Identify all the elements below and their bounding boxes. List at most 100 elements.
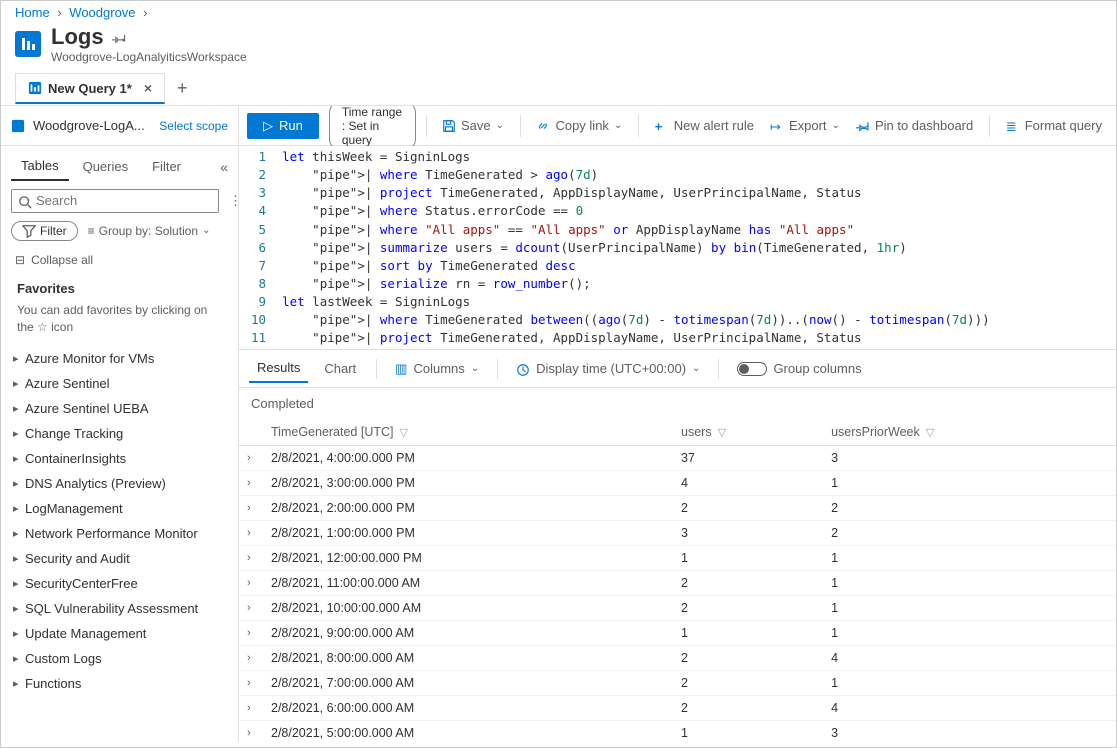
table-row[interactable]: ›2/8/2021, 11:00:00.000 AM21: [239, 571, 1116, 596]
query-editor[interactable]: 1234567891011 let thisWeek = SigninLogs …: [239, 146, 1116, 350]
filter-icon: [22, 224, 36, 239]
group-columns-toggle[interactable]: Group columns: [731, 357, 867, 380]
tree-item-label: Azure Sentinel: [25, 376, 110, 391]
tree-item[interactable]: ▸LogManagement: [7, 496, 232, 521]
search-field[interactable]: [36, 193, 212, 208]
filter-label: Filter: [40, 224, 67, 238]
table-row[interactable]: ›2/8/2021, 12:00:00.000 PM11: [239, 546, 1116, 571]
format-query-button[interactable]: ≣ Format query: [1000, 114, 1108, 137]
display-time-button[interactable]: Display time (UTC+00:00) ⌄: [510, 357, 706, 381]
expand-row-icon[interactable]: ›: [239, 596, 263, 621]
tree-item[interactable]: ▸DNS Analytics (Preview): [7, 471, 232, 496]
tree-item-label: Change Tracking: [25, 426, 123, 441]
table-row[interactable]: ›2/8/2021, 7:00:00.000 AM21: [239, 671, 1116, 696]
sidebar-tab-queries[interactable]: Queries: [73, 153, 139, 180]
table-row[interactable]: ›2/8/2021, 6:00:00.000 AM24: [239, 696, 1116, 721]
expand-row-icon[interactable]: ›: [239, 521, 263, 546]
expand-row-icon[interactable]: ›: [239, 696, 263, 721]
sidebar-tab-tables[interactable]: Tables: [11, 152, 69, 181]
cell-users: 1: [673, 621, 823, 646]
breadcrumb-org[interactable]: Woodgrove: [69, 5, 135, 20]
time-range-value: Set in query: [342, 119, 379, 147]
filter-icon[interactable]: ▽: [718, 427, 726, 439]
expand-row-icon[interactable]: ›: [239, 471, 263, 496]
query-tab-label: New Query 1*: [48, 81, 132, 96]
tree-item[interactable]: ▸Network Performance Monitor: [7, 521, 232, 546]
tree-item[interactable]: ▸Functions: [7, 671, 232, 696]
expand-row-icon[interactable]: ›: [239, 546, 263, 571]
tree-item[interactable]: ▸Custom Logs: [7, 646, 232, 671]
query-code[interactable]: let thisWeek = SigninLogs "pipe">| where…: [274, 146, 1116, 349]
breadcrumb-home[interactable]: Home: [15, 5, 50, 20]
table-row[interactable]: ›2/8/2021, 9:00:00.000 AM11: [239, 621, 1116, 646]
groupby-dropdown[interactable]: ≡ Group by: Solution ⌄: [88, 224, 211, 238]
query-tab-active[interactable]: New Query 1* ×: [15, 73, 165, 104]
expand-row-icon[interactable]: ›: [239, 671, 263, 696]
plus-icon: +: [655, 119, 669, 133]
pin-dashboard-button[interactable]: Pin to dashboard: [850, 114, 979, 137]
pin-icon[interactable]: [112, 29, 126, 45]
tree-item-label: Functions: [25, 676, 81, 691]
cell-users-prior: 1: [823, 671, 1116, 696]
select-scope-link[interactable]: Select scope: [159, 119, 228, 133]
table-row[interactable]: ›2/8/2021, 2:00:00.000 PM22: [239, 496, 1116, 521]
search-input[interactable]: [11, 189, 219, 213]
tree-item[interactable]: ▸Azure Sentinel UEBA: [7, 396, 232, 421]
save-button[interactable]: Save⌄: [436, 114, 510, 137]
tree-item[interactable]: ▸Azure Sentinel: [7, 371, 232, 396]
filter-icon[interactable]: ▽: [926, 427, 934, 439]
time-range-selector[interactable]: Time range : Set in query: [329, 106, 416, 151]
filter-icon[interactable]: ▽: [400, 427, 408, 439]
chart-tab[interactable]: Chart: [316, 355, 364, 382]
expand-row-icon[interactable]: ›: [239, 646, 263, 671]
tables-tree: ▸Azure Monitor for VMs▸Azure Sentinel▸Az…: [1, 346, 238, 696]
expand-row-icon[interactable]: ›: [239, 496, 263, 521]
cell-users: 1: [673, 546, 823, 571]
chevron-right-icon: ▸: [13, 452, 25, 465]
tree-item[interactable]: ▸Update Management: [7, 621, 232, 646]
tree-item[interactable]: ▸Security and Audit: [7, 546, 232, 571]
collapse-all-button[interactable]: ⊟ Collapse all: [1, 249, 238, 271]
favorites-title: Favorites: [17, 281, 222, 296]
expand-row-icon[interactable]: ›: [239, 446, 263, 471]
chevron-right-icon: ▸: [13, 352, 25, 365]
filter-button[interactable]: Filter: [11, 221, 78, 242]
tree-item[interactable]: ▸SQL Vulnerability Assessment: [7, 596, 232, 621]
expand-row-icon[interactable]: ›: [239, 721, 263, 742]
table-row[interactable]: ›2/8/2021, 10:00:00.000 AM21: [239, 596, 1116, 621]
table-row[interactable]: ›2/8/2021, 4:00:00.000 PM373: [239, 446, 1116, 471]
collapse-sidebar-icon[interactable]: «: [220, 159, 228, 175]
add-tab-button[interactable]: +: [177, 78, 188, 99]
run-button[interactable]: ▷ Run: [247, 113, 319, 139]
cell-users-prior: 3: [823, 446, 1116, 471]
more-options-icon[interactable]: ⋮: [225, 193, 239, 209]
col-timegenerated[interactable]: TimeGenerated [UTC]▽: [263, 419, 673, 446]
cell-time: 2/8/2021, 1:00:00.000 PM: [263, 521, 673, 546]
copy-link-button[interactable]: Copy link⌄: [530, 114, 628, 137]
expand-row-icon[interactable]: ›: [239, 571, 263, 596]
table-row[interactable]: ›2/8/2021, 5:00:00.000 AM13: [239, 721, 1116, 742]
results-grid-wrap[interactable]: TimeGenerated [UTC]▽ users▽ usersPriorWe…: [239, 419, 1116, 742]
run-label: Run: [279, 118, 303, 133]
export-button[interactable]: ↦ Export⌄: [764, 114, 846, 137]
tree-item[interactable]: ▸Azure Monitor for VMs: [7, 346, 232, 371]
table-row[interactable]: ›2/8/2021, 3:00:00.000 PM41: [239, 471, 1116, 496]
page-title: Logs: [51, 24, 104, 50]
results-tab[interactable]: Results: [249, 354, 308, 383]
col-users[interactable]: users▽: [673, 419, 823, 446]
tree-item[interactable]: ▸SecurityCenterFree: [7, 571, 232, 596]
expand-row-icon[interactable]: ›: [239, 621, 263, 646]
close-icon[interactable]: ×: [144, 80, 152, 96]
tree-item[interactable]: ▸ContainerInsights: [7, 446, 232, 471]
new-alert-button[interactable]: + New alert rule: [649, 114, 760, 137]
col-users-prior[interactable]: usersPriorWeek▽: [823, 419, 1116, 446]
cell-time: 2/8/2021, 4:00:00.000 PM: [263, 446, 673, 471]
cell-time: 2/8/2021, 2:00:00.000 PM: [263, 496, 673, 521]
table-row[interactable]: ›2/8/2021, 8:00:00.000 AM24: [239, 646, 1116, 671]
tree-item[interactable]: ▸Change Tracking: [7, 421, 232, 446]
sidebar-tab-filter[interactable]: Filter: [142, 153, 191, 180]
page-header: Logs Woodgrove-LogAnalyiticsWorkspace: [1, 24, 1116, 64]
cell-users: 2: [673, 496, 823, 521]
columns-button[interactable]: ▥ Columns ⌄: [389, 357, 485, 381]
table-row[interactable]: ›2/8/2021, 1:00:00.000 PM32: [239, 521, 1116, 546]
